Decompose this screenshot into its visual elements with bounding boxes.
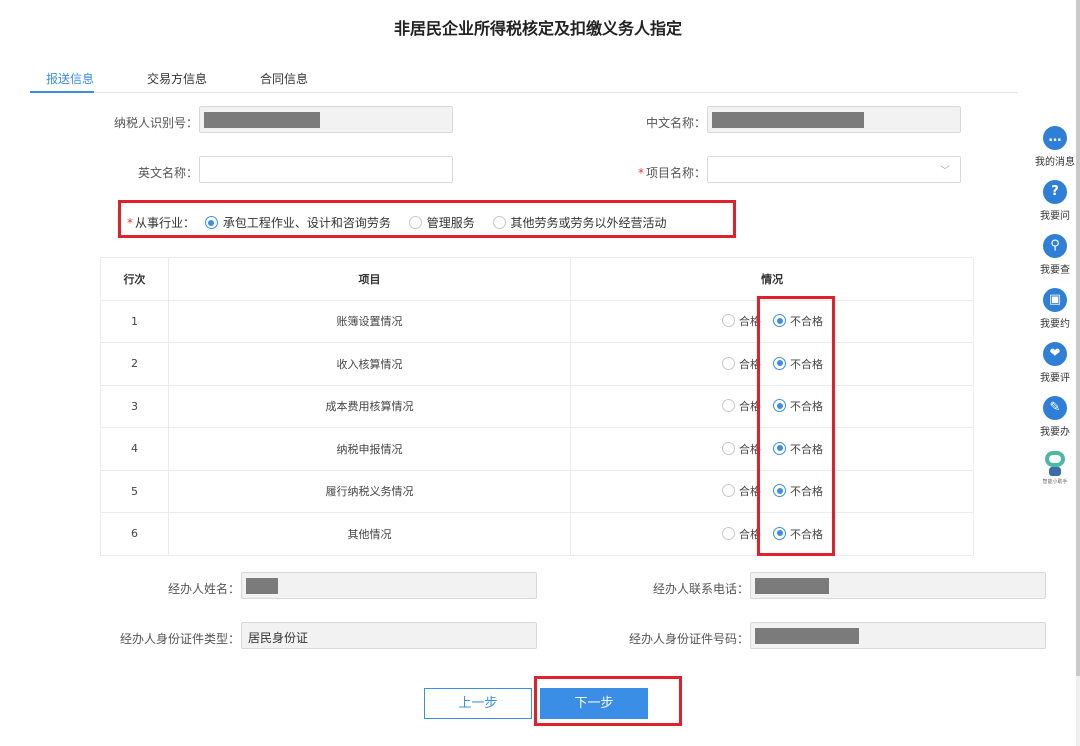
radio-unchecked-icon xyxy=(722,356,735,370)
industry-option-other[interactable]: 其他劳务或劳务以外经营活动 xyxy=(492,216,667,230)
agent-id-no-field[interactable] xyxy=(750,622,1046,649)
calendar-icon: ▣ xyxy=(1043,288,1067,312)
message-icon: … xyxy=(1043,126,1067,150)
search-icon: ⚲ xyxy=(1043,234,1067,258)
next-button-highlight-box xyxy=(534,676,682,726)
industry-option-management[interactable]: 管理服务 xyxy=(408,216,475,230)
tab-contract-info[interactable]: 合同信息 xyxy=(260,70,308,87)
question-icon: ? xyxy=(1043,180,1067,204)
row-number: 2 xyxy=(100,342,169,386)
agent-phone-field[interactable] xyxy=(750,572,1046,599)
radio-unchecked-icon xyxy=(722,526,735,540)
status-option-pass[interactable]: 合格 xyxy=(722,356,761,371)
radio-unchecked-icon xyxy=(722,484,735,498)
inspection-table: 行次 项目 情况 1 账簿设置情况 合格 不合格 2 收入核算情况 合格 不合格 3 成本费用核算… xyxy=(100,257,974,556)
agent-name-label: 经办人姓名： xyxy=(167,582,240,596)
status-option-pass[interactable]: 合格 xyxy=(722,399,761,413)
row-item: 收入核算情况 xyxy=(167,342,572,386)
status-highlight-box xyxy=(757,296,835,556)
prev-step-button[interactable]: 上一步 xyxy=(424,688,532,719)
page-scrollbar[interactable] xyxy=(1076,0,1080,746)
row-item: 履行纳税义务情况 xyxy=(167,469,572,513)
agent-id-type-label: 经办人身份证件类型： xyxy=(119,632,240,646)
row-item: 纳税申报情况 xyxy=(167,427,572,471)
industry-highlight-box: * 从事行业： 承包工程作业、设计和咨询劳务 管理服务 其他劳务或劳务以外经营活动 xyxy=(118,200,736,238)
row-number: 5 xyxy=(100,469,169,513)
table-row: 5 履行纳税义务情况 合格 不合格 xyxy=(100,469,974,513)
status-option-pass[interactable]: 合格 xyxy=(722,314,761,328)
radio-unchecked-icon xyxy=(722,399,735,413)
cn-name-label: 中文名称： xyxy=(645,116,706,130)
agent-phone-label: 经办人联系电话： xyxy=(652,582,749,596)
radio-unchecked-icon xyxy=(722,441,735,455)
sidebar-item-rate[interactable]: ❤ 我要评 xyxy=(1032,342,1078,384)
agent-id-no-label: 经办人身份证件号码： xyxy=(628,632,749,646)
table-row: 2 收入核算情况 合格 不合格 xyxy=(100,342,974,386)
chevron-down-icon: ﹀ xyxy=(940,166,950,177)
sidebar-item-handle[interactable]: ✎ 我要办 xyxy=(1032,396,1078,438)
industry-label: 从事行业： xyxy=(135,216,196,230)
col-header-status: 情况 xyxy=(570,257,974,301)
row-number: 1 xyxy=(100,299,169,343)
tab-submission-info[interactable]: 报送信息 xyxy=(46,70,94,87)
robot-icon xyxy=(1042,448,1068,478)
row-number: 4 xyxy=(100,427,169,471)
redacted-value xyxy=(755,628,859,644)
table-row: 6 其他情况 合格 不合格 xyxy=(100,512,974,556)
row-item: 账簿设置情况 xyxy=(167,299,572,343)
sidebar-item-messages[interactable]: … 我的消息 xyxy=(1032,126,1078,168)
cn-name-field[interactable] xyxy=(707,106,961,133)
edit-icon: ✎ xyxy=(1043,396,1067,420)
industry-option-construction[interactable]: 承包工程作业、设计和咨询劳务 xyxy=(204,216,391,230)
rating-icon: ❤ xyxy=(1043,342,1067,366)
row-item: 其他情况 xyxy=(167,512,572,556)
table-row: 4 纳税申报情况 合格 不合格 xyxy=(100,427,974,471)
row-number: 6 xyxy=(100,512,169,556)
status-option-pass[interactable]: 合格 xyxy=(722,484,761,498)
industry-radio-group: * 从事行业： 承包工程作业、设计和咨询劳务 管理服务 其他劳务或劳务以外经营活动 xyxy=(127,216,667,230)
status-option-pass[interactable]: 合格 xyxy=(722,441,761,456)
redacted-value xyxy=(755,578,829,594)
en-name-field[interactable] xyxy=(199,156,453,183)
sidebar-item-assistant[interactable]: 智能小助手 xyxy=(1032,448,1078,485)
scrollbar-thumb[interactable] xyxy=(1076,0,1080,676)
tab-counterparty-info[interactable]: 交易方信息 xyxy=(147,70,207,87)
page-title: 非居民企业所得税核定及扣缴义务人指定 xyxy=(393,19,682,38)
tab-bar: 报送信息 交易方信息 合同信息 xyxy=(30,68,1018,93)
project-name-select[interactable]: ﹀ xyxy=(707,156,961,183)
table-row: 3 成本费用核算情况 合格 不合格 xyxy=(100,384,974,428)
taxpayer-id-label: 纳税人识别号： xyxy=(113,116,198,130)
status-option-pass[interactable]: 合格 xyxy=(722,526,761,541)
col-header-row-no: 行次 xyxy=(100,257,169,301)
table-row: 1 账簿设置情况 合格 不合格 xyxy=(100,299,974,343)
agent-name-field[interactable] xyxy=(241,572,537,599)
radio-checked-icon xyxy=(204,216,218,229)
row-item: 成本费用核算情况 xyxy=(167,384,572,428)
sidebar-item-appointment[interactable]: ▣ 我要约 xyxy=(1032,288,1078,330)
redacted-value xyxy=(712,112,864,128)
sidebar-item-query[interactable]: ⚲ 我要查 xyxy=(1032,234,1078,276)
redacted-value xyxy=(204,112,320,128)
col-header-item: 项目 xyxy=(167,257,572,301)
active-tab-indicator xyxy=(30,91,94,93)
sidebar-item-ask[interactable]: ? 我要问 xyxy=(1032,180,1078,222)
en-name-label: 英文名称： xyxy=(137,166,198,180)
redacted-value xyxy=(246,578,278,594)
radio-unchecked-icon xyxy=(722,314,735,328)
radio-unchecked-icon xyxy=(408,216,422,229)
taxpayer-id-field[interactable] xyxy=(199,106,453,133)
row-number: 3 xyxy=(100,384,169,428)
radio-unchecked-icon xyxy=(492,216,506,229)
project-name-label: * 项目名称： xyxy=(637,166,706,180)
agent-id-type-field[interactable]: 居民身份证 xyxy=(241,622,537,649)
